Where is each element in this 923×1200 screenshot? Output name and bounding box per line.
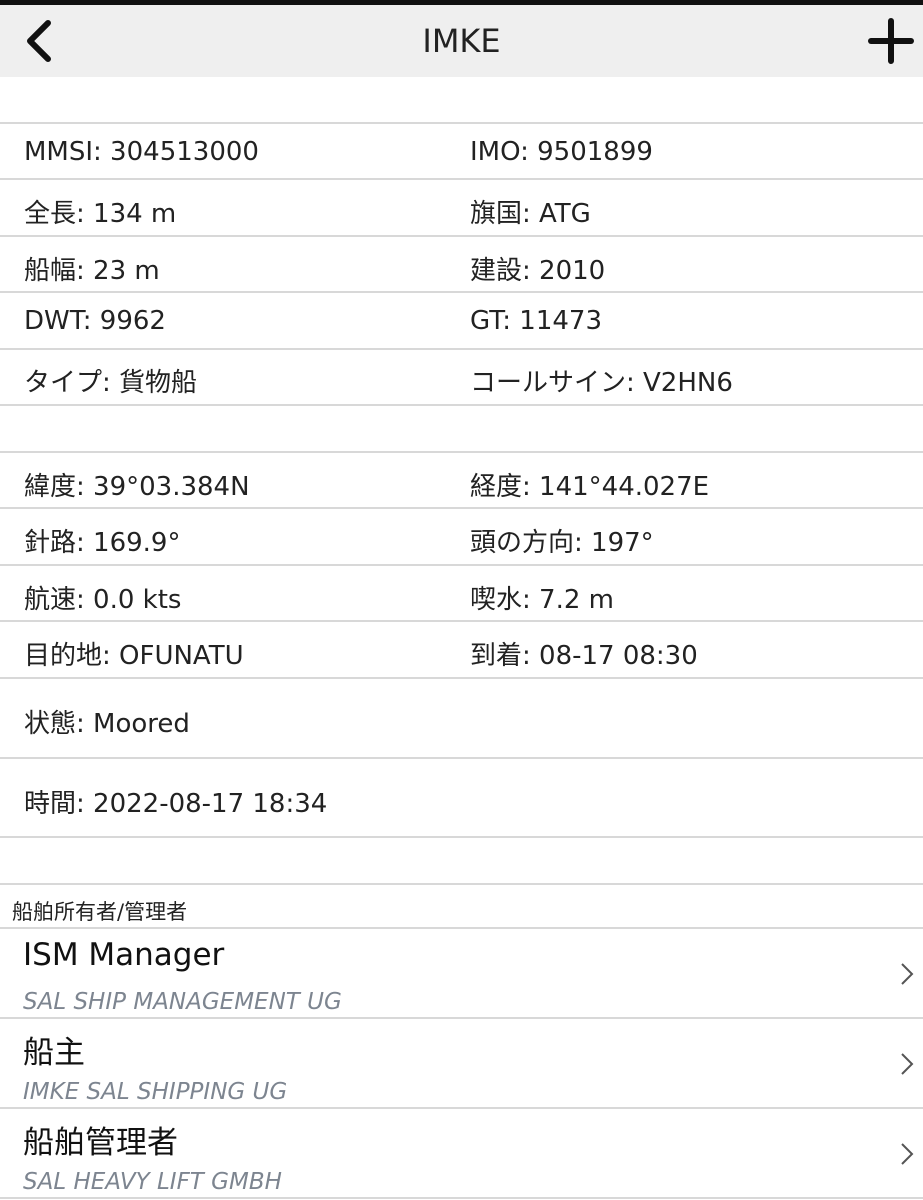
chevron-right-icon	[901, 1053, 914, 1075]
chevron-left-icon	[27, 20, 51, 62]
type-value: タイプ: 貨物船	[24, 368, 198, 398]
page-title: IMKE	[422, 22, 501, 60]
longitude-value: 経度: 141°44.027E	[470, 472, 710, 502]
owners-section-caption: 船舶所有者/管理者	[12, 900, 188, 924]
flag-value: 旗国: ATG	[470, 199, 591, 229]
length-value: 全長: 134 m	[24, 199, 177, 229]
divider	[0, 1197, 923, 1199]
divider	[0, 235, 923, 237]
eta-value: 到着: 08-17 08:30	[470, 641, 698, 671]
divider	[0, 883, 923, 885]
divider	[0, 757, 923, 759]
divider	[0, 291, 923, 293]
speed-value: 航速: 0.0 kts	[24, 585, 182, 615]
plus-icon	[868, 18, 914, 64]
status-value: 状態: Moored	[24, 709, 190, 739]
divider	[0, 677, 923, 679]
navigation-bar: IMKE	[0, 5, 923, 77]
course-value: 針路: 169.9°	[24, 528, 181, 558]
divider	[0, 178, 923, 180]
imo-value: IMO: 9501899	[470, 137, 653, 167]
divider	[0, 451, 923, 453]
time-value: 時間: 2022-08-17 18:34	[24, 789, 328, 819]
owner-company-name: SAL SHIP MANAGEMENT UG	[23, 989, 342, 1015]
gt-value: GT: 11473	[470, 306, 602, 336]
divider	[0, 348, 923, 350]
heading-value: 頭の方向: 197°	[470, 528, 654, 558]
callsign-value: コールサイン: V2HN6	[470, 368, 733, 398]
divider	[0, 564, 923, 566]
chevron-right-icon	[901, 963, 914, 985]
destination-value: 目的地: OFUNATU	[24, 641, 244, 671]
owner-role-label: 船主	[23, 1035, 85, 1071]
owner-company-name: SAL HEAVY LIFT GMBH	[23, 1169, 282, 1195]
back-button[interactable]	[14, 15, 66, 67]
add-button[interactable]	[865, 15, 917, 67]
built-value: 建設: 2010	[470, 256, 606, 286]
chevron-right-icon	[901, 1143, 914, 1165]
owner-item-ism-manager[interactable]: ISM Manager SAL SHIP MANAGEMENT UG	[0, 929, 923, 1019]
divider	[0, 122, 923, 124]
divider	[0, 836, 923, 838]
beam-value: 船幅: 23 m	[24, 256, 160, 286]
owner-item-ship-owner[interactable]: 船主 IMKE SAL SHIPPING UG	[0, 1019, 923, 1109]
owner-company-name: IMKE SAL SHIPPING UG	[23, 1079, 288, 1105]
latitude-value: 緯度: 39°03.384N	[24, 472, 250, 502]
owner-role-label: 船舶管理者	[23, 1125, 178, 1161]
dwt-value: DWT: 9962	[24, 306, 166, 336]
draught-value: 喫水: 7.2 m	[470, 585, 614, 615]
owner-item-ship-manager[interactable]: 船舶管理者 SAL HEAVY LIFT GMBH	[0, 1109, 923, 1199]
owner-role-label: ISM Manager	[23, 937, 225, 973]
divider	[0, 507, 923, 509]
divider	[0, 404, 923, 406]
divider	[0, 620, 923, 622]
mmsi-value: MMSI: 304513000	[24, 137, 259, 167]
